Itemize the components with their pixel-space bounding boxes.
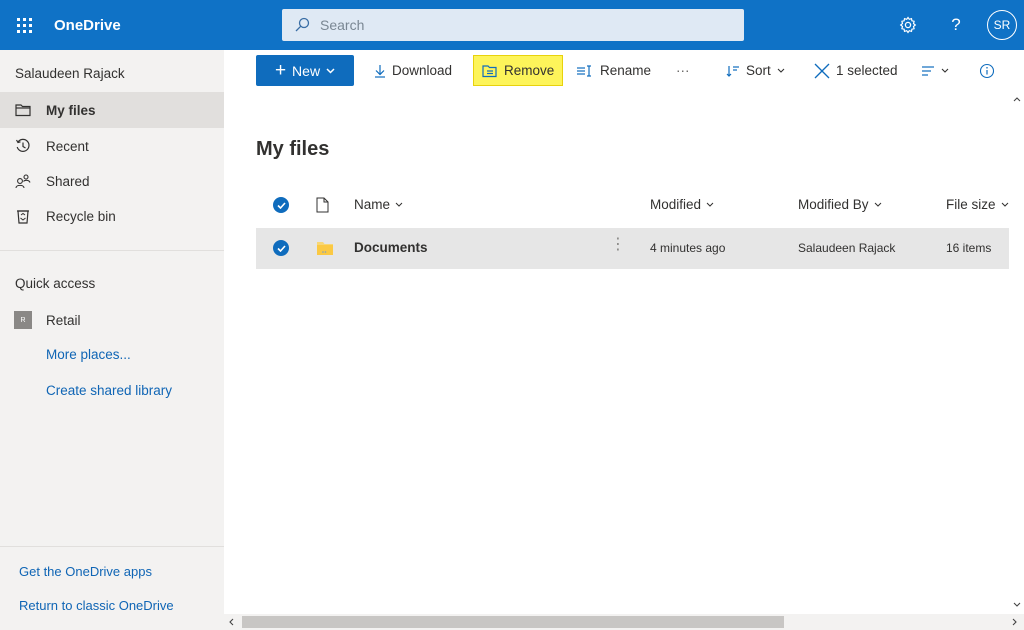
question-icon: ? — [951, 15, 960, 35]
file-size-cell: 16 items — [946, 241, 991, 255]
view-options-button[interactable] — [921, 55, 949, 86]
modified-by-cell: Salaudeen Rajack — [798, 241, 895, 255]
file-type-header[interactable] — [316, 197, 329, 213]
settings-button[interactable] — [896, 13, 920, 37]
quick-access-title: Quick access — [15, 276, 95, 291]
sort-button[interactable]: Sort — [726, 55, 785, 86]
chevron-down-icon — [1001, 202, 1009, 207]
rename-label: Rename — [600, 63, 651, 78]
command-bar: + New Download Remove Rename ··· Sort — [224, 50, 1024, 92]
search-input[interactable] — [320, 17, 700, 33]
column-header-label: File size — [946, 197, 996, 212]
sort-label: Sort — [746, 63, 771, 78]
new-button-label: New — [292, 63, 320, 79]
nav-divider — [0, 250, 224, 251]
checkmark-icon — [273, 240, 289, 256]
site-badge-icon: R — [14, 311, 32, 329]
left-nav: Salaudeen Rajack My files Recent Shared … — [0, 50, 224, 630]
vertical-scrollbar[interactable] — [1009, 92, 1024, 614]
chevron-down-icon — [777, 68, 785, 73]
scrollbar-thumb[interactable] — [242, 616, 784, 628]
nav-item-label: Shared — [46, 174, 90, 189]
modified-cell: 4 minutes ago — [650, 241, 725, 255]
nav-item-recent[interactable]: Recent — [0, 128, 224, 164]
select-all-checkbox[interactable] — [273, 197, 289, 213]
horizontal-scrollbar[interactable] — [224, 614, 1024, 630]
chevron-right-icon[interactable] — [1012, 618, 1017, 626]
top-bar: OneDrive ? SR — [0, 0, 1024, 50]
chevron-down-icon — [326, 68, 335, 74]
nav-item-label: Recycle bin — [46, 209, 116, 224]
new-button[interactable]: + New — [256, 55, 354, 86]
more-icon: ··· — [676, 63, 690, 78]
chevron-down-icon — [395, 202, 403, 207]
column-header-label: Modified — [650, 197, 701, 212]
column-header-file-size[interactable]: File size — [946, 197, 1009, 212]
quick-access-item-retail[interactable]: R Retail — [0, 302, 224, 338]
get-apps-link[interactable]: Get the OneDrive apps — [19, 564, 152, 579]
main-content: My files Name Modified Modified By File … — [224, 92, 1009, 614]
file-icon — [316, 197, 329, 213]
details-pane-button[interactable] — [979, 55, 995, 86]
row-checkbox[interactable] — [273, 240, 289, 256]
folder-icon — [316, 240, 334, 256]
nav-item-label: My files — [46, 103, 96, 118]
download-label: Download — [392, 63, 452, 78]
page-title: My files — [256, 138, 329, 161]
chevron-down-icon — [874, 202, 882, 207]
close-icon — [814, 63, 830, 79]
selection-count: 1 selected — [836, 63, 898, 78]
waffle-icon — [17, 18, 32, 33]
nav-divider — [0, 546, 224, 547]
plus-icon: + — [275, 61, 286, 80]
nav-item-my-files[interactable]: My files — [0, 92, 224, 128]
sort-icon — [726, 65, 740, 77]
help-button[interactable]: ? — [944, 13, 968, 37]
chevron-down-icon[interactable] — [1013, 602, 1021, 607]
download-button[interactable]: Download — [374, 55, 452, 86]
checkmark-icon — [273, 197, 289, 213]
quick-access-badge-wrapper: R — [0, 311, 46, 329]
nav-item-shared[interactable]: Shared — [0, 163, 224, 199]
search-box[interactable] — [282, 9, 744, 41]
column-header-modified-by[interactable]: Modified By — [798, 197, 882, 212]
download-icon — [374, 64, 386, 78]
clear-selection-button[interactable]: 1 selected — [814, 55, 898, 86]
user-name: Salaudeen Rajack — [15, 66, 125, 81]
gear-icon — [899, 16, 917, 34]
remove-button[interactable]: Remove — [473, 55, 563, 86]
avatar[interactable]: SR — [987, 10, 1017, 40]
nav-item-label: Recent — [46, 139, 89, 154]
search-icon — [294, 17, 310, 33]
rename-button[interactable]: Rename — [576, 55, 651, 86]
more-options-icon[interactable]: ⋮ — [610, 237, 626, 253]
history-icon — [0, 138, 46, 154]
chevron-up-icon[interactable] — [1013, 97, 1021, 102]
quick-access-label: Retail — [46, 313, 81, 328]
nav-item-recycle-bin[interactable]: Recycle bin — [0, 198, 224, 234]
table-row[interactable]: Documents ⋮ 4 minutes ago Salaudeen Raja… — [256, 228, 1009, 269]
more-places-link[interactable]: More places... — [46, 347, 131, 362]
chevron-down-icon — [941, 68, 949, 73]
column-header-modified[interactable]: Modified — [650, 197, 714, 212]
info-icon — [979, 63, 995, 79]
return-classic-link[interactable]: Return to classic OneDrive — [19, 598, 174, 613]
folder-icon — [0, 103, 46, 117]
shared-icon — [0, 173, 46, 189]
column-header-label: Modified By — [798, 197, 869, 212]
file-name-link[interactable]: Documents — [354, 240, 428, 255]
chevron-left-icon[interactable] — [229, 618, 234, 626]
create-shared-library-link[interactable]: Create shared library — [46, 383, 172, 398]
app-launcher-button[interactable] — [0, 0, 48, 50]
column-header-label: Name — [354, 197, 390, 212]
recycle-bin-icon — [0, 208, 46, 224]
remove-label: Remove — [504, 63, 554, 78]
chevron-down-icon — [706, 202, 714, 207]
more-commands-button[interactable]: ··· — [676, 55, 690, 86]
app-title[interactable]: OneDrive — [54, 17, 121, 34]
rename-icon — [576, 65, 594, 77]
column-header-name[interactable]: Name — [354, 197, 403, 212]
view-list-icon — [921, 66, 935, 76]
remove-icon — [482, 64, 498, 78]
